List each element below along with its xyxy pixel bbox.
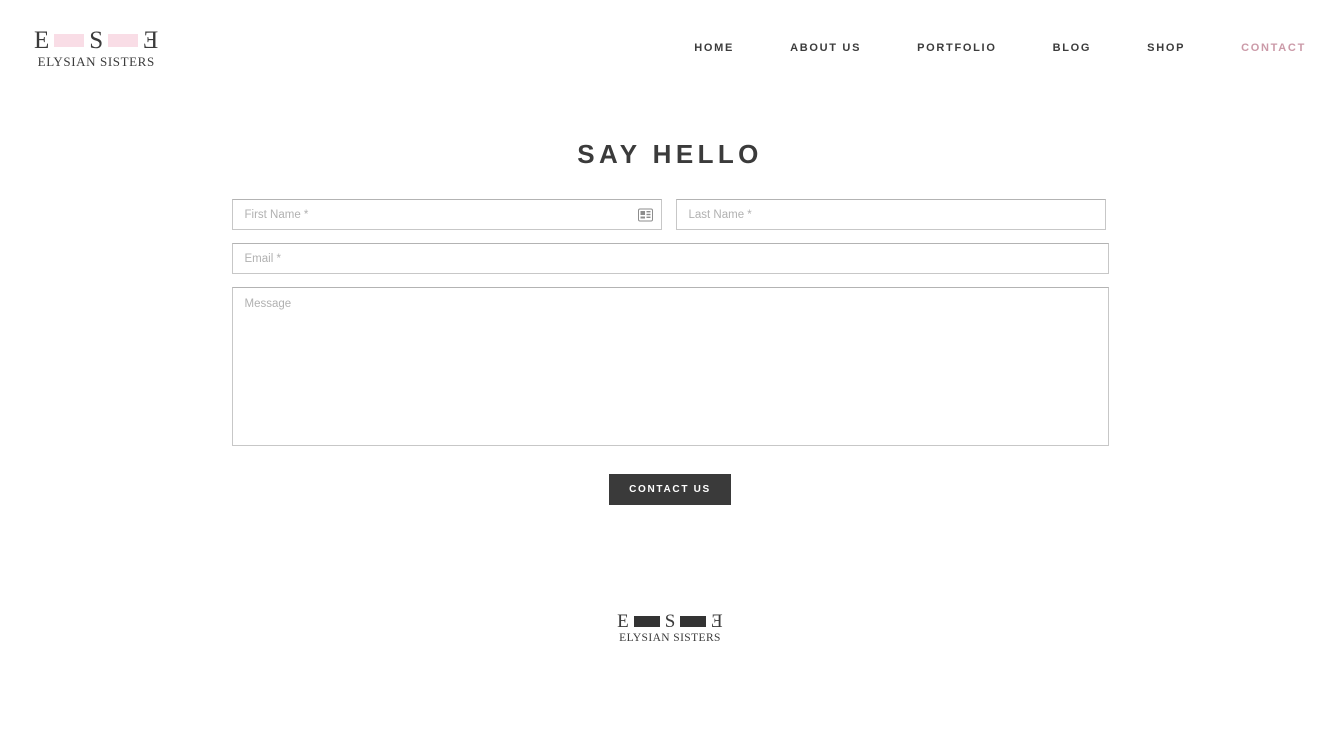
logo-mark: E S E — [34, 27, 159, 54]
nav-item-shop[interactable]: SHOP — [1147, 36, 1185, 60]
form-row-message — [231, 287, 1109, 446]
site-footer: E S E ELYSIAN SISTERS — [0, 611, 1340, 645]
nav-item-home[interactable]: HOME — [694, 36, 734, 60]
footer-logo-letter-left: E — [617, 611, 629, 632]
message-textarea[interactable] — [231, 287, 1109, 446]
nav-item-blog[interactable]: BLOG — [1053, 36, 1092, 60]
footer-logo-bar-left — [633, 616, 660, 627]
footer-logo-letter-mid: S — [664, 611, 676, 632]
logo-wordmark: ELYSIAN SISTERS — [37, 54, 155, 69]
logo-letter-mid: S — [89, 27, 104, 54]
footer-logo-wordmark: ELYSIAN SISTERS — [619, 632, 721, 644]
email-field-wrap — [231, 243, 1109, 274]
logo-letter-right: E — [143, 27, 159, 54]
first-name-input[interactable] — [231, 199, 662, 230]
last-name-input[interactable] — [675, 199, 1106, 230]
last-name-field-wrap — [675, 199, 1106, 230]
footer-logo-bar-right — [680, 616, 707, 627]
message-field-wrap — [231, 287, 1109, 446]
logo-bar-left — [54, 34, 85, 47]
contact-us-button[interactable]: CONTACT US — [609, 474, 731, 505]
nav-item-contact[interactable]: CONTACT — [1241, 36, 1306, 60]
first-name-field-wrap — [231, 199, 662, 230]
main-navigation: HOME ABOUT US PORTFOLIO BLOG SHOP CONTAC… — [694, 36, 1306, 60]
page-title: SAY HELLO — [577, 139, 763, 169]
submit-row: CONTACT US — [232, 474, 1109, 505]
nav-item-portfolio[interactable]: PORTFOLIO — [917, 36, 996, 60]
logo-letter-left: E — [34, 27, 50, 54]
contact-form: CONTACT US — [231, 199, 1109, 505]
main-content: SAY HELLO First Name * Last Name * Email… — [0, 96, 1340, 505]
form-row-name — [231, 199, 1109, 230]
footer-logo[interactable]: E S E ELYSIAN SISTERS — [617, 611, 723, 645]
email-input[interactable] — [231, 243, 1109, 274]
header-logo[interactable]: E S E ELYSIAN SISTERS — [34, 27, 159, 69]
footer-logo-letter-right: E — [711, 611, 723, 632]
footer-logo-mark: E S E — [617, 611, 723, 632]
nav-item-about-us[interactable]: ABOUT US — [790, 36, 861, 60]
form-row-email — [231, 243, 1109, 274]
contact-card-icon[interactable] — [637, 208, 653, 221]
site-header: E S E ELYSIAN SISTERS HOME ABOUT US PORT… — [0, 0, 1340, 96]
contact-page: E S E ELYSIAN SISTERS HOME ABOUT US PORT… — [0, 0, 1340, 739]
logo-bar-right — [108, 34, 139, 47]
